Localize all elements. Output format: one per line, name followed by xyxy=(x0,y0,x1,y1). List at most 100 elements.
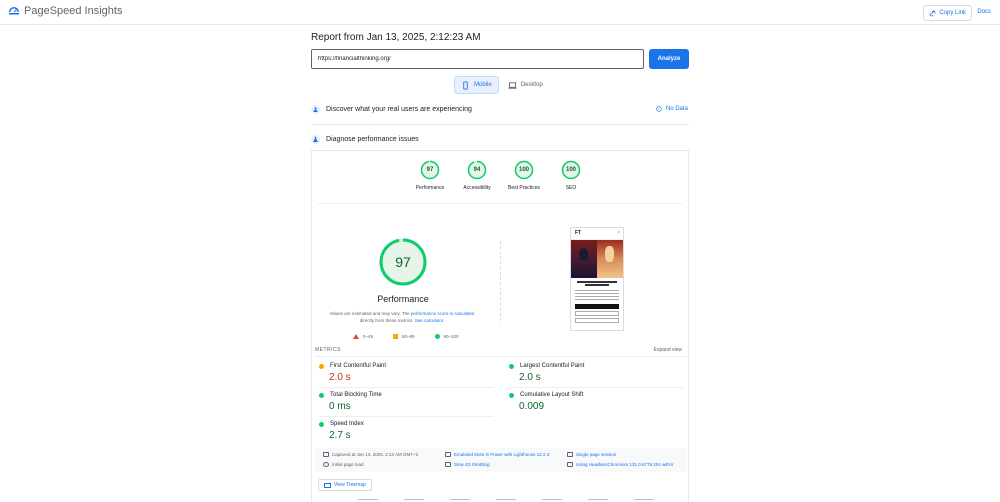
card-divider xyxy=(318,203,682,204)
link-icon xyxy=(929,10,936,16)
metric-name: Speed Index xyxy=(330,421,364,427)
filmstrip-frame xyxy=(588,499,608,500)
metric-value: 0 ms xyxy=(329,401,351,412)
score-value: 94 xyxy=(473,167,481,173)
analyze-button[interactable]: Analyze xyxy=(649,49,689,69)
calendar-icon xyxy=(323,452,329,457)
gauge-ring: 97 xyxy=(420,160,440,180)
screenshot-text xyxy=(575,293,619,294)
score-seo[interactable]: 100 SEO xyxy=(546,160,596,191)
performance-title: Performance xyxy=(377,294,429,304)
filmstrip-frame xyxy=(404,499,424,500)
diagnose-label: Diagnose performance issues xyxy=(326,136,419,143)
good-indicator-icon xyxy=(509,363,514,369)
legend-bad-label: 0–49 xyxy=(363,334,374,339)
metric-value: 0.009 xyxy=(519,401,545,412)
screenshot-text xyxy=(575,299,619,300)
section-divider xyxy=(311,124,689,125)
filmstrip-frame xyxy=(358,499,378,500)
good-indicator-icon xyxy=(509,392,514,398)
screenshot-input xyxy=(575,318,619,323)
screenshot-button xyxy=(575,304,619,309)
brand[interactable]: PageSpeed Insights xyxy=(8,5,122,17)
env-browser[interactable]: Using HeadlessChromium 131.0.6778.204 wi… xyxy=(567,462,674,467)
app-name: PageSpeed Insights xyxy=(24,5,123,17)
browser-icon xyxy=(567,462,573,467)
score-label: SEO xyxy=(565,185,577,191)
metric-name: Total Blocking Time xyxy=(330,392,382,398)
legend-good-label: 90–100 xyxy=(443,334,459,339)
metric-lcp: Largest Contentful Paint 2.0 s xyxy=(509,363,679,383)
env-throttle[interactable]: Slow 4G throttling xyxy=(445,462,490,467)
vertical-divider xyxy=(500,241,501,321)
performance-score: 97 xyxy=(395,254,411,270)
env-text: Using HeadlessChromium 131.0.6778.204 wi… xyxy=(576,462,674,467)
score-accessibility[interactable]: 94 Accessibility xyxy=(452,160,502,191)
discover-label: Discover what your real users are experi… xyxy=(326,106,472,113)
metric-name: Largest Contentful Paint xyxy=(520,363,585,369)
score-value: 100 xyxy=(518,167,529,173)
gauge-ring: 94 xyxy=(467,160,487,180)
note-text: Values are estimated and may vary. The xyxy=(329,311,411,316)
screenshot-heading xyxy=(577,281,617,283)
square-icon xyxy=(393,334,399,339)
tab-mobile[interactable]: Mobile xyxy=(454,76,499,94)
lab-icon xyxy=(311,135,320,144)
no-data-label: No Data xyxy=(666,106,689,112)
timer-icon xyxy=(323,462,329,467)
score-performance[interactable]: 97 Performance xyxy=(405,160,455,191)
laptop-icon xyxy=(508,81,517,89)
filmstrip-frame xyxy=(450,499,470,500)
session-icon xyxy=(567,452,573,457)
triangle-icon xyxy=(353,334,359,339)
tab-mobile-label: Mobile xyxy=(474,82,492,88)
env-session[interactable]: Single page session xyxy=(567,452,616,457)
view-treemap-button[interactable]: View Treemap xyxy=(318,479,372,491)
metrics-divider xyxy=(315,356,687,357)
metric-cls: Cumulative Layout Shift 0.009 xyxy=(509,392,679,412)
env-text: Single page session xyxy=(576,452,617,457)
legend-avg-label: 50–89 xyxy=(402,334,415,339)
docs-link[interactable]: Docs xyxy=(977,9,991,15)
score-best-practices[interactable]: 100 Best Practices xyxy=(499,160,549,191)
final-screenshot: FT × xyxy=(570,227,624,331)
copy-link-button[interactable]: Copy Link xyxy=(923,5,972,21)
calculator-link[interactable]: See calculator. xyxy=(415,318,445,323)
treemap-icon xyxy=(324,482,331,488)
score-legend: 0–49 50–89 90–100 xyxy=(353,334,459,339)
screenshot-heading xyxy=(585,284,609,286)
metric-si: Speed Index 2.7 s xyxy=(319,421,489,441)
metric-fcp: First Contentful Paint 2.0 s xyxy=(319,363,489,383)
filmstrip xyxy=(318,497,684,502)
performance-gauge: 97 xyxy=(378,237,428,287)
top-bar: PageSpeed Insights Copy Link Docs xyxy=(0,0,1000,25)
diagnose-section: Diagnose performance issues xyxy=(311,135,419,144)
report-title: Report from Jan 13, 2025, 2:12:23 AM xyxy=(311,32,481,43)
expand-view-toggle[interactable]: Expand view xyxy=(654,347,682,353)
no-data-link[interactable]: No Data xyxy=(656,106,688,112)
screenshot-header: FT × xyxy=(571,228,623,240)
env-text: Captured at Jan 13, 2025, 2:12 AM GMT+2 xyxy=(332,452,419,457)
note-text: directly from these metrics. xyxy=(359,318,415,323)
env-device[interactable]: Emulated Moto G Power with Lighthouse 12… xyxy=(445,452,549,457)
pagespeed-logo-icon xyxy=(9,7,19,15)
env-captured: Captured at Jan 13, 2025, 2:12 AM GMT+2 xyxy=(323,452,418,457)
screenshot-input xyxy=(575,311,619,316)
metrics-heading: METRICS xyxy=(315,347,341,353)
hero-image-right xyxy=(597,240,623,278)
metric-name: Cumulative Layout Shift xyxy=(520,392,584,398)
url-input[interactable] xyxy=(311,49,644,69)
tab-desktop[interactable]: Desktop xyxy=(502,76,549,94)
discover-section[interactable]: Discover what your real users are experi… xyxy=(311,105,472,114)
treemap-label: View Treemap xyxy=(334,482,366,488)
legend-bad: 0–49 xyxy=(353,334,373,339)
copy-link-label: Copy Link xyxy=(939,10,966,16)
metric-name: First Contentful Paint xyxy=(330,363,387,369)
good-indicator-icon xyxy=(319,392,324,398)
tab-desktop-label: Desktop xyxy=(520,82,543,88)
filmstrip-frame xyxy=(634,499,654,500)
metric-tbt: Total Blocking Time 0 ms xyxy=(319,392,489,412)
score-value: 97 xyxy=(426,167,434,173)
circle-icon xyxy=(434,334,440,339)
score-calc-link[interactable]: performance score is calculated xyxy=(411,311,475,316)
